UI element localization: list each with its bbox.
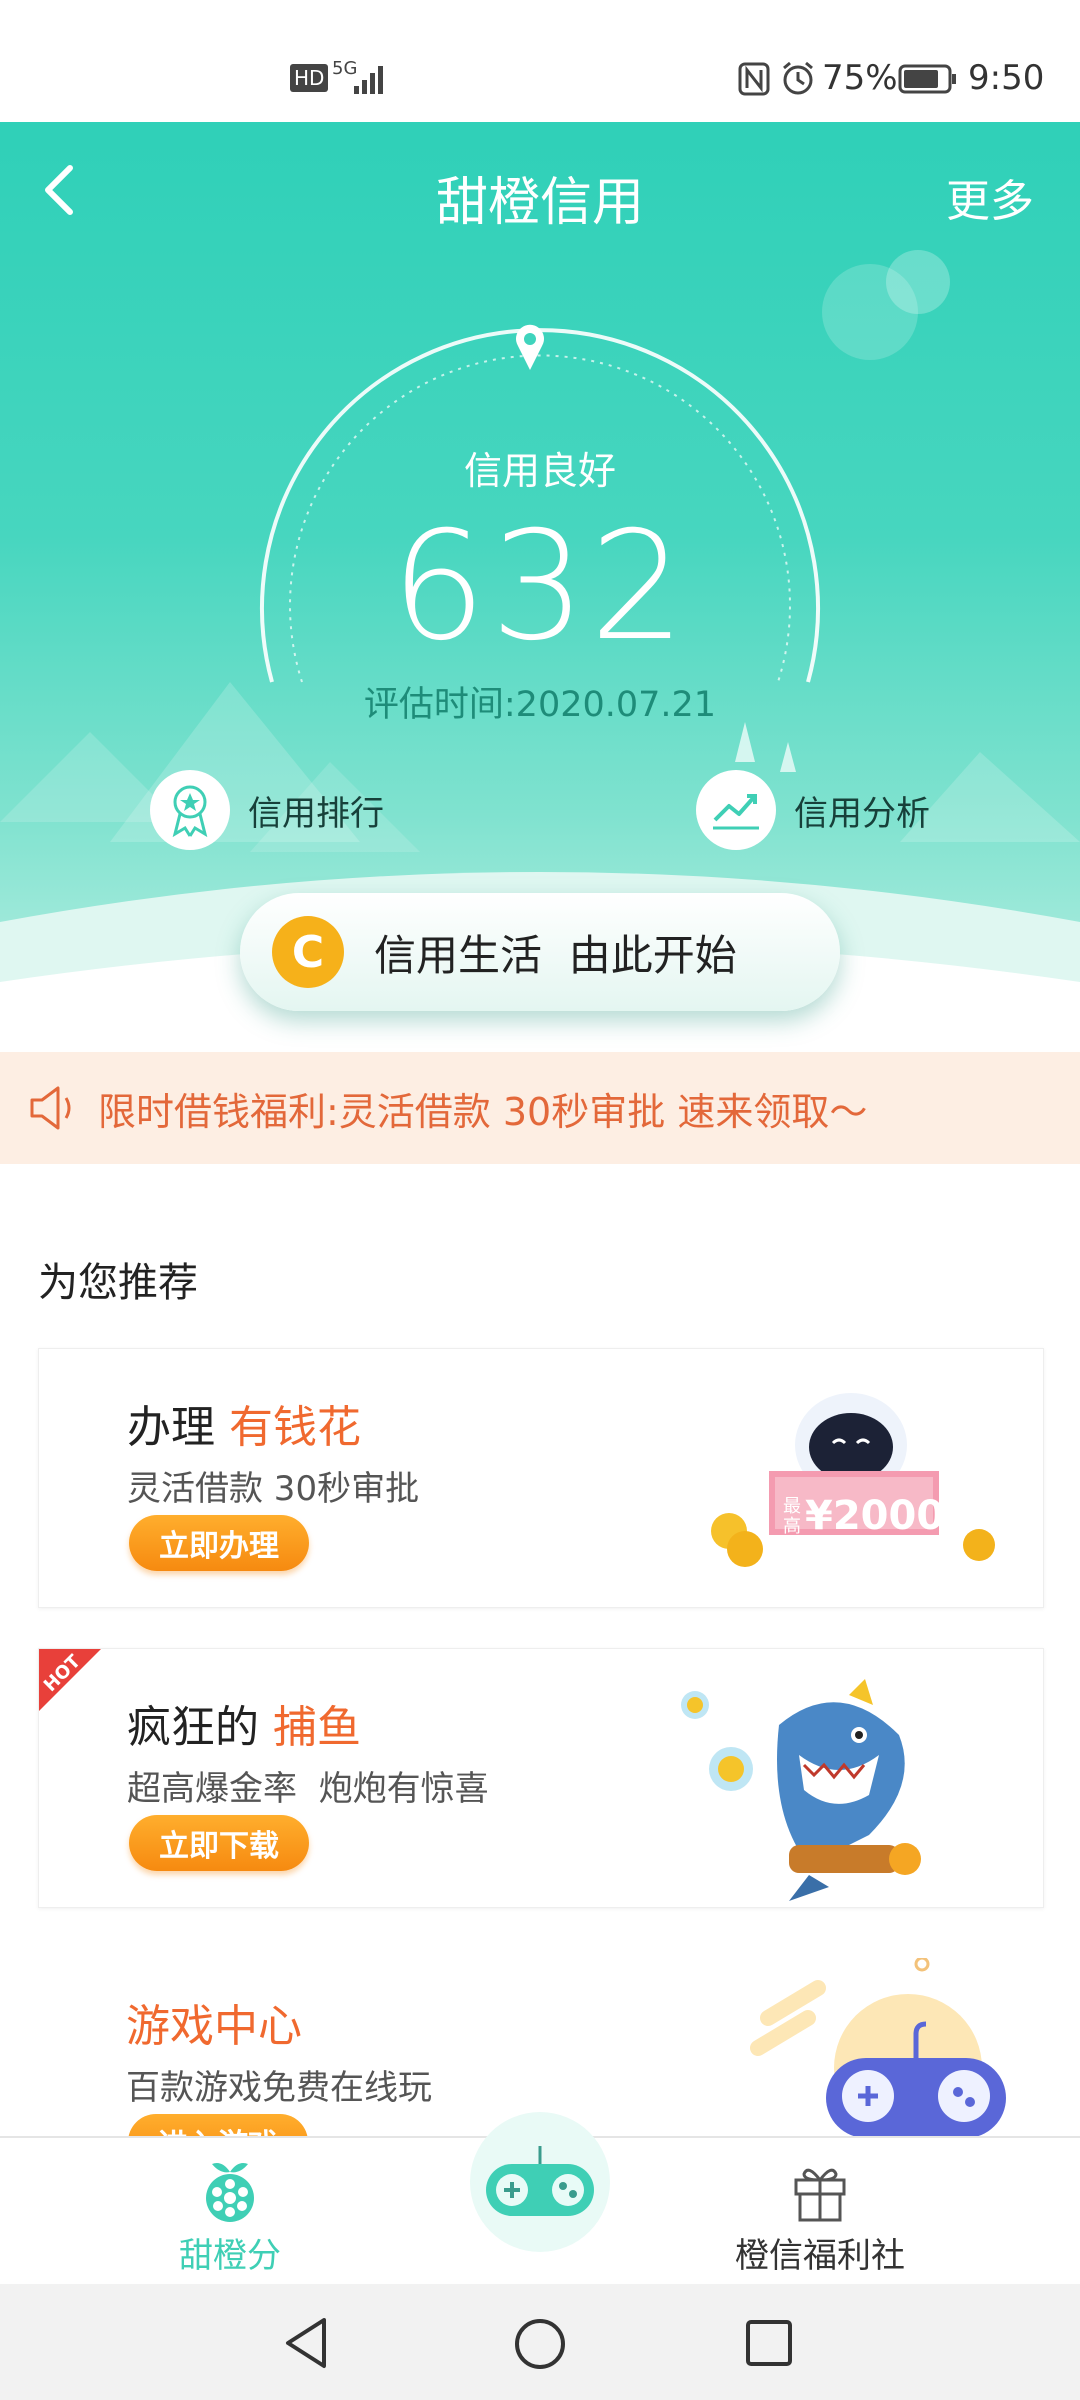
alarm-icon <box>783 61 813 95</box>
orange-coin-icon: C <box>272 916 344 988</box>
battery-percent: 75% <box>822 58 898 98</box>
ribbon-badge-icon <box>150 770 230 850</box>
system-navigation-bar <box>0 2284 1080 2400</box>
loan-card-title-highlight: 有钱花 <box>229 1402 361 1453</box>
section-title-recommend: 为您推荐 <box>38 1260 198 1306</box>
credit-life-label: 信用生活 由此开始 <box>374 930 737 980</box>
gamepad-illustration <box>750 1958 1006 2138</box>
fishing-card-title-prefix: 疯狂的 <box>127 1702 259 1753</box>
credit-status: 信用良好 <box>463 449 616 493</box>
evaluation-time: 评估时间:2020.07.21 <box>363 685 717 725</box>
page-title: 甜橙信用 <box>435 173 644 233</box>
game-center-card[interactable]: 游戏中心 百款游戏免费在线玩 进入游戏 <box>38 1948 1042 2138</box>
hd-badge: HD <box>290 64 329 92</box>
game-center-fab[interactable] <box>470 2112 610 2252</box>
orange-fruit-icon <box>206 2163 254 2222</box>
status-bar: HD 5G 75% 9:50 <box>0 0 1080 122</box>
enter-game-button[interactable]: 进入游戏 <box>128 2114 308 2138</box>
promo-notice-bar[interactable]: 限时借钱福利:灵活借款 30秒审批 速来领取～ <box>0 1052 1080 1164</box>
credit-score: 632 <box>390 500 690 674</box>
credit-analysis-link[interactable]: 信用分析 <box>696 770 930 850</box>
shark-cannon-illustration <box>681 1679 921 1901</box>
fishing-card-subtitle: 超高爆金率 炮炮有惊喜 <box>127 1769 489 1809</box>
loan-card-title: 办理 有钱花 <box>127 1391 361 1455</box>
clock: 9:50 <box>968 58 1045 98</box>
recents-square-icon[interactable] <box>744 2318 794 2368</box>
tab-welfare-club[interactable]: 橙信福利社 <box>720 2158 920 2277</box>
credit-analysis-label: 信用分析 <box>794 793 930 834</box>
credit-life-button[interactable]: C 信用生活 由此开始 <box>240 893 840 1011</box>
battery-icon <box>898 64 956 94</box>
nfc-icon <box>738 62 770 96</box>
back-triangle-icon[interactable] <box>282 2316 332 2370</box>
max-amount: ¥200000 <box>805 1493 1000 1539</box>
gamepad-icon <box>486 2146 594 2216</box>
fishing-card-title-highlight: 捕鱼 <box>273 1702 361 1753</box>
loan-card[interactable]: 办理 有钱花 灵活借款 30秒审批 立即办理 最高 ¥200000 <box>38 1348 1044 1608</box>
score-pointer-icon <box>516 324 544 370</box>
home-circle-icon[interactable] <box>512 2316 568 2372</box>
loan-card-title-prefix: 办理 <box>127 1402 215 1453</box>
tab-orange-score-label: 甜橙分 <box>179 2236 281 2276</box>
bottom-navigation: 甜橙分 橙信福利社 <box>0 2112 1080 2286</box>
loan-card-subtitle: 灵活借款 30秒审批 <box>127 1469 420 1509</box>
trend-chart-icon <box>696 770 776 850</box>
fishing-card-title: 疯狂的 捕鱼 <box>127 1691 361 1755</box>
tab-orange-score[interactable]: 甜橙分 <box>150 2158 310 2277</box>
megaphone-icon <box>30 1086 71 1130</box>
gift-icon <box>794 2168 846 2222</box>
game-center-subtitle: 百款游戏免费在线玩 <box>126 2068 432 2108</box>
signal-icon <box>354 66 383 94</box>
tab-welfare-club-label: 橙信福利社 <box>735 2236 905 2276</box>
credit-ranking-label: 信用排行 <box>248 793 384 834</box>
credit-ranking-link[interactable]: 信用排行 <box>150 770 384 850</box>
more-button[interactable]: 更多 <box>946 165 1034 229</box>
download-now-button[interactable]: 立即下载 <box>129 1815 309 1871</box>
max-amount-prefix: 最高 <box>783 1496 801 1537</box>
fishing-game-card[interactable]: HOT 疯狂的 捕鱼 超高爆金率 炮炮有惊喜 立即下载 <box>38 1648 1044 1908</box>
apply-now-button[interactable]: 立即办理 <box>129 1515 309 1571</box>
robot-mascot-illustration <box>711 1393 995 1567</box>
promo-notice-text: 限时借钱福利:灵活借款 30秒审批 速来领取～ <box>98 1089 868 1134</box>
game-center-title: 游戏中心 <box>126 2001 302 2052</box>
